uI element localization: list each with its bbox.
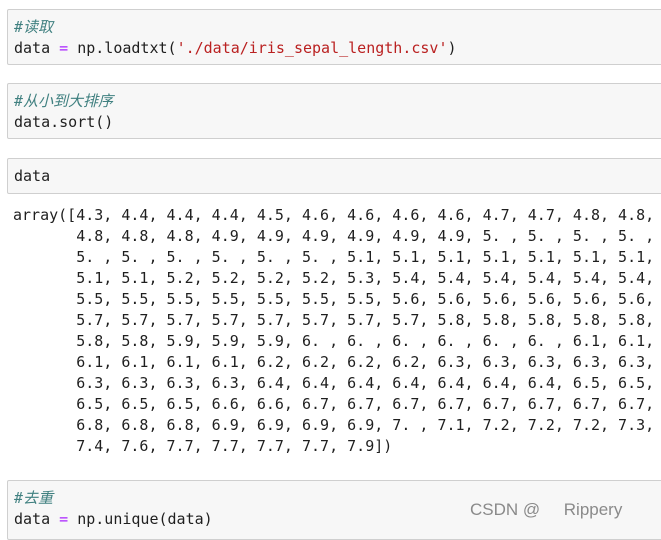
code-line-sort: data.sort()	[14, 113, 114, 131]
code-comment-read: #读取	[14, 18, 54, 36]
code-call-loadtxt: np.loadtxt(	[77, 39, 177, 57]
code-assign-op: =	[50, 510, 78, 528]
output-line: 5.1, 5.1, 5.2, 5.2, 5.2, 5.2, 5.3, 5.4, …	[13, 269, 655, 287]
output-line: 7.4, 7.6, 7.7, 7.7, 7.7, 7.7, 7.9])	[13, 437, 393, 455]
output-line: 4.8, 4.8, 4.8, 4.9, 4.9, 4.9, 4.9, 4.9, …	[13, 227, 655, 245]
code-comment-sort: #从小到大排序	[14, 92, 114, 110]
output-line: 5.8, 5.8, 5.9, 5.9, 5.9, 6. , 6. , 6. , …	[13, 332, 655, 350]
code-line-data: data	[14, 167, 51, 185]
code-assign-op: =	[50, 39, 78, 57]
code-cell-show-data[interactable]: data	[7, 158, 661, 194]
code-close-paren: )	[447, 39, 457, 57]
csdn-watermark: CSDN @ Rippery	[470, 500, 623, 519]
code-call-unique: np.unique(data)	[77, 510, 213, 528]
output-line: 5. , 5. , 5. , 5. , 5. , 5. , 5.1, 5.1, …	[13, 248, 655, 266]
output-line: 6.3, 6.3, 6.3, 6.3, 6.4, 6.4, 6.4, 6.4, …	[13, 374, 655, 392]
output-line: 6.5, 6.5, 6.5, 6.6, 6.6, 6.7, 6.7, 6.7, …	[13, 395, 655, 413]
code-line-load: data = np.loadtxt('./data/iris_sepal_len…	[14, 39, 457, 57]
cell-output-array: array([4.3, 4.4, 4.4, 4.4, 4.5, 4.6, 4.6…	[13, 205, 661, 457]
output-line: 6.1, 6.1, 6.1, 6.1, 6.2, 6.2, 6.2, 6.2, …	[13, 353, 655, 371]
code-string-path: './data/iris_sepal_length.csv'	[176, 39, 448, 57]
code-cell-load[interactable]: #读取 data = np.loadtxt('./data/iris_sepal…	[7, 9, 661, 65]
code-var-data: data	[14, 510, 51, 528]
code-line-unique: data = np.unique(data)	[14, 510, 213, 528]
output-line: array([4.3, 4.4, 4.4, 4.4, 4.5, 4.6, 4.6…	[13, 206, 655, 224]
output-line: 6.8, 6.8, 6.8, 6.9, 6.9, 6.9, 6.9, 7. , …	[13, 416, 655, 434]
output-line: 5.7, 5.7, 5.7, 5.7, 5.7, 5.7, 5.7, 5.7, …	[13, 311, 655, 329]
code-var-data: data	[14, 39, 51, 57]
code-cell-sort[interactable]: #从小到大排序 data.sort()	[7, 83, 661, 139]
code-comment-dedupe: #去重	[14, 489, 54, 507]
output-line: 5.5, 5.5, 5.5, 5.5, 5.5, 5.5, 5.5, 5.6, …	[13, 290, 655, 308]
